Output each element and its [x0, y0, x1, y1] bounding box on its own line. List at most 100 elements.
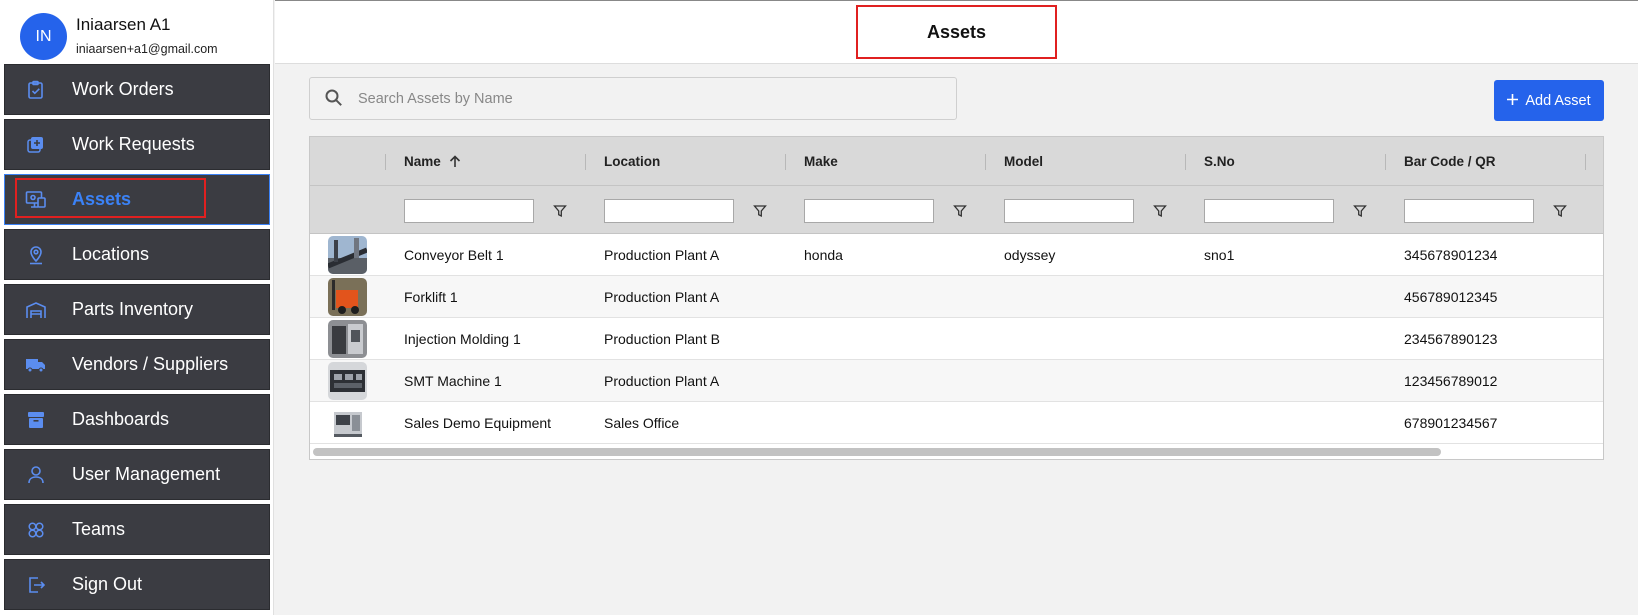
cell-barcode: 345678901234 — [1404, 247, 1498, 263]
page-header: Assets — [275, 0, 1638, 64]
sidebar-item-user-management[interactable]: User Management — [4, 449, 270, 500]
cell-location: Production Plant A — [604, 247, 720, 263]
sidebar-item-label: Work Orders — [72, 79, 174, 99]
table-row[interactable]: SMT Machine 1 Production Plant A 1234567… — [310, 360, 1603, 402]
cell-name: Sales Demo Equipment — [404, 415, 552, 431]
column-header-location[interactable]: Location — [604, 137, 660, 186]
sidebar-item-work-orders[interactable]: Work Orders — [4, 64, 270, 115]
table-row[interactable]: Forklift 1 Production Plant A 4567890123… — [310, 276, 1603, 318]
add-asset-label: Add Asset — [1525, 92, 1591, 109]
user-email: iniaarsen+a1@gmail.com — [76, 42, 218, 56]
teams-icon — [25, 519, 47, 541]
archive-box-icon — [25, 409, 47, 431]
column-header-make[interactable]: Make — [804, 137, 838, 186]
add-asset-button[interactable]: Add Asset — [1494, 80, 1604, 121]
filter-icon[interactable] — [1353, 204, 1367, 218]
sidebar-item-teams[interactable]: Teams — [4, 504, 270, 555]
search-icon — [324, 88, 344, 113]
horizontal-scrollbar[interactable] — [313, 448, 1441, 456]
asset-thumbnail[interactable] — [328, 404, 367, 442]
sidebar: IN Iniaarsen A1 iniaarsen+a1@gmail.com W… — [0, 0, 274, 615]
sidebar-item-parts-inventory[interactable]: Parts Inventory — [4, 284, 270, 335]
asset-thumbnail[interactable] — [328, 278, 367, 316]
column-separator — [585, 154, 586, 170]
table-body: Conveyor Belt 1 Production Plant A honda… — [310, 234, 1603, 444]
highlight-box — [15, 178, 206, 218]
assets-table: Name Location Make Model S.No Bar Code /… — [309, 136, 1604, 460]
sidebar-item-assets[interactable]: Assets — [4, 174, 270, 225]
cell-barcode: 123456789012 — [1404, 373, 1498, 389]
filter-icon[interactable] — [1153, 204, 1167, 218]
asset-thumbnail[interactable] — [328, 362, 367, 400]
column-separator — [1385, 154, 1386, 170]
filter-icon[interactable] — [553, 204, 567, 218]
cell-make: honda — [804, 247, 843, 263]
warehouse-icon — [25, 299, 47, 321]
app-root: IN Iniaarsen A1 iniaarsen+a1@gmail.com W… — [0, 0, 1638, 615]
sidebar-item-label: Vendors / Suppliers — [72, 354, 229, 374]
column-separator — [985, 154, 986, 170]
column-separator — [1585, 154, 1586, 170]
cell-sno: sno1 — [1204, 247, 1235, 263]
cell-model: odyssey — [1004, 247, 1056, 263]
avatar[interactable]: IN — [20, 13, 67, 60]
column-header-model[interactable]: Model — [1004, 137, 1043, 186]
asset-thumbnail[interactable] — [328, 236, 367, 274]
user-profile[interactable]: IN Iniaarsen A1 iniaarsen+a1@gmail.com — [0, 0, 274, 64]
sidebar-item-label: Parts Inventory — [72, 299, 194, 319]
sidebar-item-label: Work Requests — [72, 134, 195, 154]
cell-name: Conveyor Belt 1 — [404, 247, 504, 263]
column-separator — [385, 154, 386, 170]
column-header-name[interactable]: Name — [404, 137, 461, 186]
sidebar-item-label: Dashboards — [72, 409, 170, 429]
filter-input-make[interactable] — [804, 199, 934, 223]
filter-icon[interactable] — [1553, 204, 1567, 218]
sidebar-item-vendors-suppliers[interactable]: Vendors / Suppliers — [4, 339, 270, 390]
column-separator — [785, 154, 786, 170]
filter-icon[interactable] — [753, 204, 767, 218]
cell-location: Sales Office — [604, 415, 680, 431]
header-row: Name Location Make Model S.No Bar Code /… — [310, 137, 1603, 186]
search-box[interactable] — [309, 77, 957, 120]
location-pin-icon — [25, 244, 47, 266]
sign-out-icon — [25, 574, 47, 596]
sidebar-nav: Work Orders Work Requests Assets Locatio… — [4, 64, 270, 614]
column-header-barcode[interactable]: Bar Code / QR — [1404, 137, 1496, 186]
filter-icon[interactable] — [953, 204, 967, 218]
sidebar-item-dashboards[interactable]: Dashboards — [4, 394, 270, 445]
filter-input-name[interactable] — [404, 199, 534, 223]
cell-name: Forklift 1 — [404, 289, 458, 305]
user-name: Iniaarsen A1 — [76, 15, 171, 34]
cell-name: SMT Machine 1 — [404, 373, 502, 389]
filter-input-location[interactable] — [604, 199, 734, 223]
sidebar-item-label: Locations — [72, 244, 150, 264]
cell-location: Production Plant A — [604, 373, 720, 389]
table-row[interactable]: Sales Demo Equipment Sales Office 678901… — [310, 402, 1603, 444]
table-row[interactable]: Conveyor Belt 1 Production Plant A honda… — [310, 234, 1603, 276]
cell-barcode: 456789012345 — [1404, 289, 1498, 305]
plus-icon — [1507, 93, 1519, 109]
arrow-up-icon — [449, 155, 461, 168]
user-icon — [25, 464, 47, 486]
sidebar-item-label: Teams — [72, 519, 126, 539]
table-row[interactable]: Injection Molding 1 Production Plant B 2… — [310, 318, 1603, 360]
column-header-sno[interactable]: S.No — [1204, 137, 1235, 186]
add-request-icon — [25, 134, 47, 156]
truck-icon — [25, 354, 47, 376]
search-input[interactable] — [358, 78, 948, 119]
column-separator — [1185, 154, 1186, 170]
cell-location: Production Plant A — [604, 289, 720, 305]
sidebar-item-locations[interactable]: Locations — [4, 229, 270, 280]
filter-input-barcode[interactable] — [1404, 199, 1534, 223]
cell-name: Injection Molding 1 — [404, 331, 521, 347]
cell-barcode: 678901234567 — [1404, 415, 1498, 431]
cell-location: Production Plant B — [604, 331, 720, 347]
cell-barcode: 234567890123 — [1404, 331, 1498, 347]
sidebar-item-label: User Management — [72, 464, 221, 484]
asset-thumbnail[interactable] — [328, 320, 367, 358]
sidebar-item-work-requests[interactable]: Work Requests — [4, 119, 270, 170]
filter-input-model[interactable] — [1004, 199, 1134, 223]
filter-input-sno[interactable] — [1204, 199, 1334, 223]
table-header: Name Location Make Model S.No Bar Code /… — [310, 137, 1603, 234]
sidebar-item-sign-out[interactable]: Sign Out — [4, 559, 270, 610]
